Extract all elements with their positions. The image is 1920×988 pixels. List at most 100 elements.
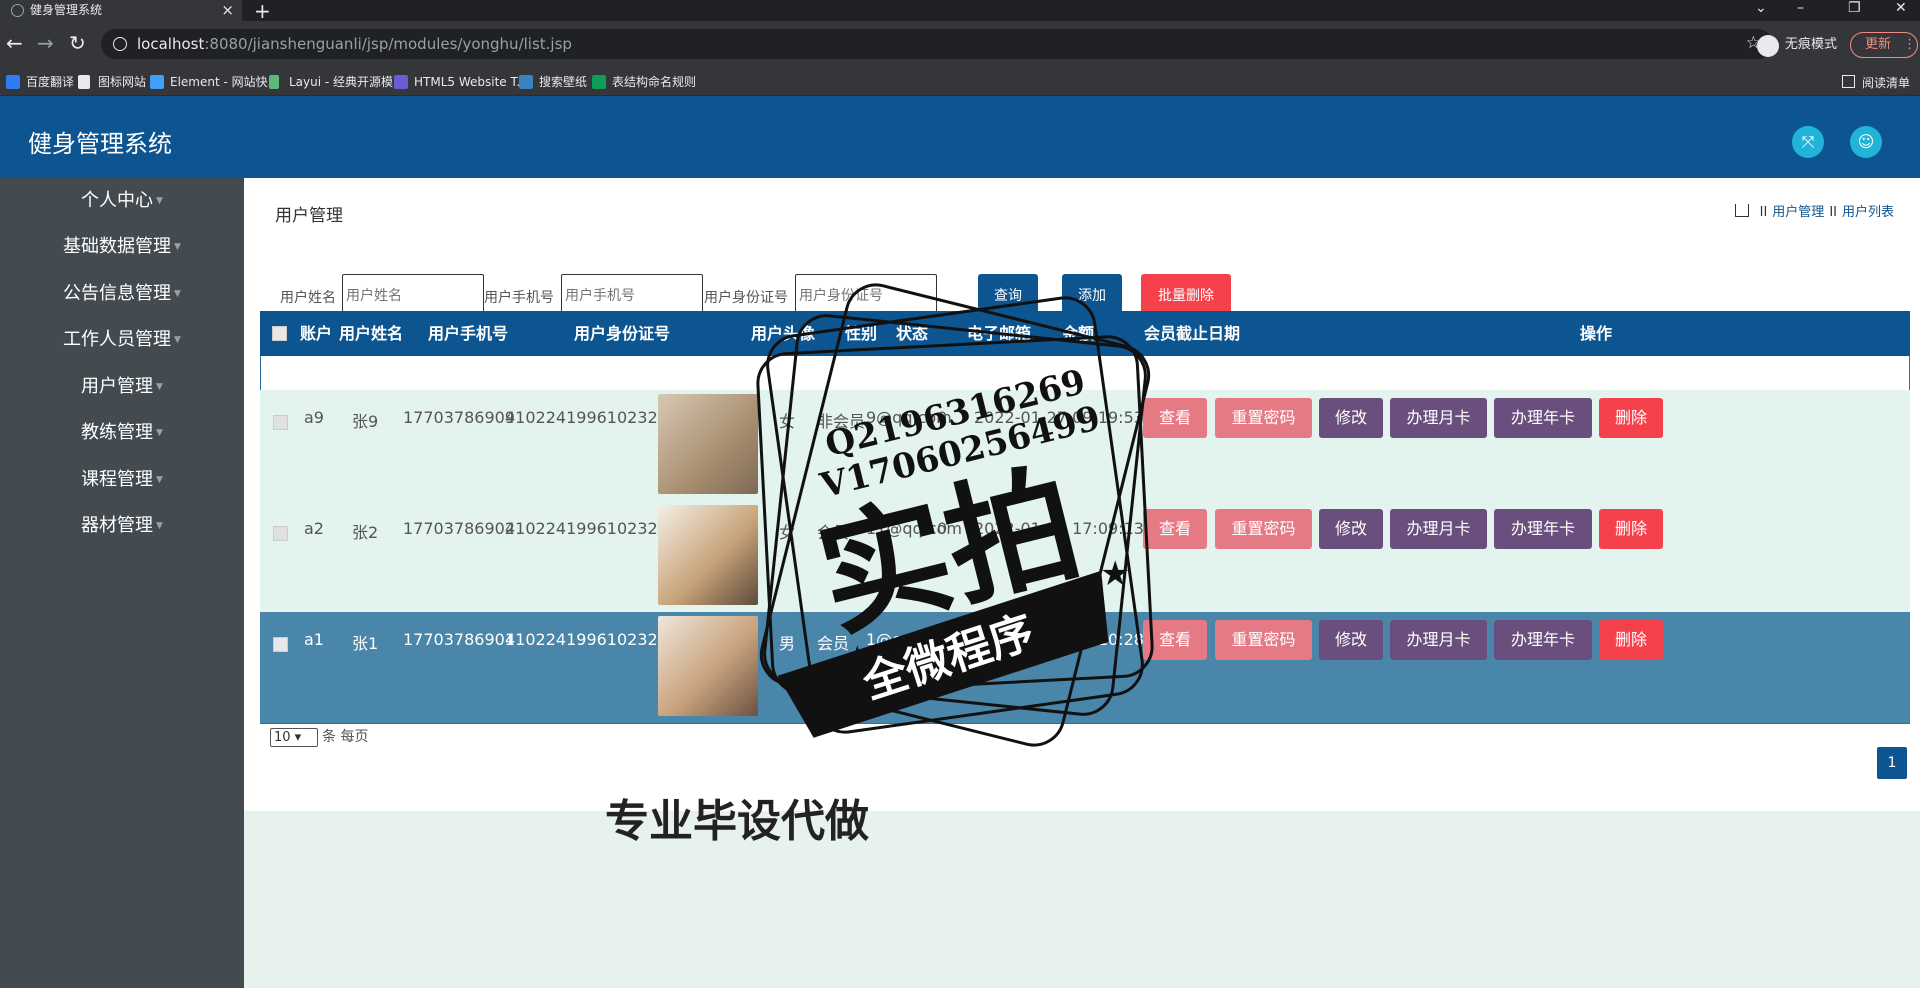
select-all-checkbox[interactable] [272,326,287,341]
bookmark-item[interactable]: 表结构命名规则 [592,74,696,90]
new-tab-icon[interactable]: + [254,0,271,23]
per-page-label: 条 每页 [322,729,369,745]
site-info-icon[interactable] [113,37,127,51]
yearly-card-button[interactable]: 办理年卡 [1494,620,1592,660]
translate-icon [6,75,20,89]
caret-down-icon: ▼ [156,521,163,531]
sheet-icon [592,75,606,89]
delete-button[interactable]: 删除 [1599,509,1663,549]
tab-favicon-icon [11,4,24,17]
tab-search-icon[interactable]: ⌄ [1755,0,1767,21]
sidebar-item-basic-data[interactable]: 基础数据管理 ▼ [0,224,244,270]
page-number-button[interactable]: 1 [1877,747,1907,779]
reset-password-button[interactable]: 重置密码 [1215,509,1312,549]
star-icon: ★ [842,639,872,679]
edit-button[interactable]: 修改 [1319,398,1383,438]
sidebar-item-label: 个人中心 [81,190,154,211]
close-window-icon[interactable]: ✕ [1895,0,1907,21]
delete-button[interactable]: 删除 [1599,620,1663,660]
name-cell: 张9 [352,412,379,431]
phone-cell: 17703786902 [403,519,515,538]
back-icon[interactable]: ← [6,33,23,53]
column-header: 账户 [300,324,333,343]
reset-password-button[interactable]: 重置密码 [1215,398,1312,438]
menu-dots-icon: ⋮ [1903,37,1917,52]
star-icon: ★ [1100,554,1130,594]
sidebar-item-notice[interactable]: 公告信息管理 ▼ [0,271,244,317]
minimize-icon[interactable]: – [1797,0,1804,21]
bookmark-item[interactable]: HTML5 Website T... [394,74,528,90]
column-header: 用户姓名 [339,324,404,343]
name-label: 用户姓名 [280,290,336,306]
delete-button[interactable]: 删除 [1599,398,1663,438]
page-size-select[interactable]: 10 ▾ [270,728,318,747]
forward-icon[interactable]: → [37,33,54,53]
edit-button[interactable]: 修改 [1319,509,1383,549]
reload-icon[interactable]: ↻ [69,33,86,53]
account-cell: a2 [304,519,324,538]
sidebar-item-coaches[interactable]: 教练管理 ▼ [0,410,244,456]
row-checkbox[interactable] [273,415,288,430]
name-cell: 张1 [352,634,379,653]
restore-icon[interactable]: ❐ [1848,0,1861,21]
breadcrumb: II 用户管理 II 用户列表 [1734,201,1894,220]
caret-down-icon: ▼ [156,428,163,438]
sidebar-item-equipment[interactable]: 器材管理 ▼ [0,503,244,549]
page-size-control: 10 ▾ 条 每页 [270,726,368,747]
sidebar: 个人中心 ▼ 基础数据管理 ▼ 公告信息管理 ▼ 工作人员管理 ▼ 用户管理 ▼ 教练管理… [0,178,244,988]
edit-button[interactable]: 修改 [1319,620,1383,660]
reset-password-button[interactable]: 重置密码 [1215,620,1312,660]
account-cell: a9 [304,408,324,427]
home-icon[interactable] [1734,204,1749,217]
incognito-icon [1757,35,1779,57]
sidebar-item-label: 教练管理 [81,422,154,443]
element-icon [150,75,164,89]
bookmark-item[interactable]: Layui - 经典开源模... [269,74,404,90]
sidebar-item-staff[interactable]: 工作人员管理 ▼ [0,317,244,363]
monthly-card-button[interactable]: 办理月卡 [1390,509,1487,549]
url-text[interactable]: localhost:8080/jianshenguanli/jsp/module… [137,35,572,53]
incognito-indicator[interactable]: 无痕模式 [1757,31,1837,59]
sidebar-item-users[interactable]: 用户管理 ▼ [0,364,244,410]
sidebar-item-label: 用户管理 [81,376,154,397]
layui-icon [269,75,279,89]
caret-down-icon: ▼ [174,289,181,299]
bookmark-item[interactable]: 图标网站 [78,74,146,90]
row-checkbox[interactable] [273,637,288,652]
yearly-card-button[interactable]: 办理年卡 [1494,398,1592,438]
fullscreen-icon[interactable]: ⤧ [1792,126,1824,158]
bookmark-item[interactable]: 百度翻译 [6,74,74,90]
phone-cell: 17703786909 [403,408,515,427]
sidebar-item-label: 公告信息管理 [63,283,172,304]
phone-label: 用户手机号 [484,290,554,306]
breadcrumb-item[interactable]: 用户管理 [1772,205,1824,220]
html5-icon [394,75,408,89]
update-button[interactable]: 更新 ⋮ [1850,32,1918,58]
browser-toolbar: ← → ↻ localhost:8080/jianshenguanli/jsp/… [0,21,1920,69]
bookmark-item[interactable]: 搜索壁纸 [519,74,587,90]
browser-tab-strip: 健身管理系统 × + ⌄ – ❐ ✕ [0,0,1920,23]
sidebar-item-profile[interactable]: 个人中心 ▼ [0,178,244,224]
browser-tab[interactable]: 健身管理系统 × [0,0,242,21]
column-header: 用户手机号 [428,324,509,343]
name-cell: 张2 [352,523,379,542]
address-bar[interactable]: localhost:8080/jianshenguanli/jsp/module… [101,29,1773,59]
user-avatar-icon[interactable]: ☺ [1850,126,1882,158]
bookmarks-bar: 百度翻译 图标网站 Element - 网站快... Layui - 经典开源模… [0,69,1920,96]
caret-down-icon: ▼ [156,475,163,485]
bookmark-item[interactable]: Element - 网站快... [150,74,279,90]
update-label: 更新 [1865,37,1892,52]
sidebar-item-courses[interactable]: 课程管理 ▼ [0,457,244,503]
phone-cell: 17703786901 [403,630,515,649]
row-checkbox[interactable] [273,526,288,541]
yearly-card-button[interactable]: 办理年卡 [1494,509,1592,549]
caret-down-icon: ▼ [174,335,181,345]
caret-down-icon: ▼ [156,382,163,392]
caret-down-icon: ▼ [156,196,163,206]
tab-close-icon[interactable]: × [221,0,234,21]
reading-list[interactable]: 阅读清单 [1841,74,1910,91]
reading-list-icon [1841,75,1855,88]
monthly-card-button[interactable]: 办理月卡 [1390,620,1487,660]
column-header: 操作 [1580,324,1613,343]
monthly-card-button[interactable]: 办理月卡 [1390,398,1487,438]
